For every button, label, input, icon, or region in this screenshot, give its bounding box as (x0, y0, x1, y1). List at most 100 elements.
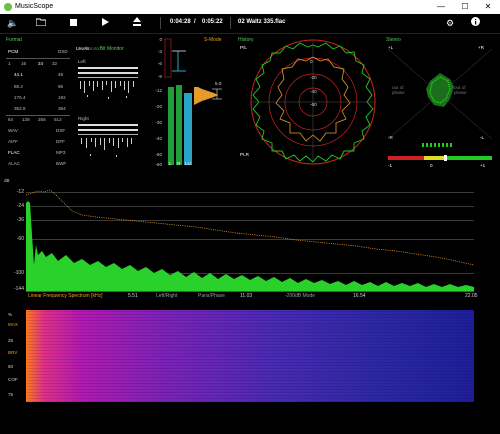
rate-176: 176.4 (14, 95, 26, 100)
pans-phase-label[interactable]: Pans/Phase (198, 293, 225, 299)
gear-icon[interactable]: ⚙ (443, 17, 457, 30)
minimize-button[interactable]: — (430, 1, 452, 13)
volume-icon[interactable]: 🔈 (6, 17, 20, 30)
x-tick: 5.51 (128, 293, 138, 299)
divider (6, 115, 70, 116)
meter-tick-9: -9 (157, 74, 162, 79)
rate-44: 44.1 (14, 72, 23, 77)
spectrum-plot (26, 189, 475, 291)
time-total: 0:05:22 (202, 19, 223, 25)
meter-tick-50: -50 (155, 152, 162, 157)
bit-monitor-title: Bit Monitor (99, 46, 124, 52)
maximize-button[interactable]: ☐ (454, 1, 476, 13)
pl-label: P/L (240, 45, 247, 50)
meter-l-label: L (169, 161, 172, 166)
bits-16: 16 (21, 61, 27, 66)
corr-min: -1 (388, 163, 393, 168)
fmt-flac: FLAC (8, 150, 20, 155)
window-title: MusicScope (15, 3, 54, 10)
format-title: Format (6, 37, 22, 43)
meter-tick-12: -12 (155, 88, 162, 93)
rate-48: 48 (58, 72, 64, 77)
corr-mid: 0 (430, 163, 433, 168)
pcm-label: PCM (8, 49, 19, 54)
fmt-wav: WAV (8, 128, 18, 133)
close-button[interactable]: ✕ (477, 1, 499, 13)
meter-tick-6: -6 (157, 61, 162, 66)
meter-r-label: R (177, 161, 181, 166)
meter-tick-0: 0 (159, 37, 162, 42)
play-icon[interactable] (98, 17, 112, 30)
app-icon (4, 3, 12, 11)
meter-tick-30: -30 (155, 120, 162, 125)
stereo-title: Stereo (386, 37, 401, 43)
db-label: dB (4, 178, 10, 183)
time-separator: / (194, 19, 196, 25)
dsd-512: 512 (54, 117, 62, 122)
sg-tick: 25 (8, 338, 14, 343)
meter-lu-label: LU (185, 161, 191, 166)
x-tick: 11.03 (240, 293, 253, 299)
dsd-128: 128 (22, 117, 30, 122)
toolbar: 🔈 0:04:28 / 0:05:22 02 Waltz 335.flac ⚙ (0, 14, 500, 34)
spectrogram-image (26, 310, 474, 402)
y-tick: -12 (16, 189, 24, 195)
eject-icon[interactable] (130, 17, 144, 30)
fmt-aiff: AIFF (8, 139, 18, 144)
fmt-bwf: BWF (56, 161, 67, 166)
dsd-256: 256 (38, 117, 46, 122)
sg-tick: 75 (8, 392, 14, 397)
fmt-dff: DFF (56, 139, 65, 144)
left-right-label[interactable]: Left/Right (156, 293, 177, 299)
fmt-dsf: DSF (56, 128, 66, 133)
fmt-mp3: MP3 (56, 150, 66, 155)
sg-tick: COF (8, 377, 18, 382)
fmt-alac: ALAC (8, 161, 21, 166)
format-panel: Format PCM DSD 1 16 24 32 44.1 88.2 176.… (6, 37, 70, 167)
corr-max: +1 (480, 163, 486, 168)
bits-24: 24 (38, 61, 44, 66)
stereo-panel: Stereo +L +R -R -L out of phase out of p… (386, 37, 494, 171)
meter-tick-20: -20 (155, 104, 162, 109)
time-elapsed: 0:04:28 (170, 19, 191, 25)
dsd-label: DSD (58, 49, 68, 54)
sg-tick: BRV (8, 350, 18, 355)
spectrum-mode-label[interactable]: Linear Frequency Spectrum [kHz] (28, 293, 102, 299)
x-tick: 22.05 (465, 293, 478, 299)
ring-40: -40 (310, 89, 317, 94)
ring-0: 0 (310, 59, 313, 64)
history-panel: History P/L PLR 0 -20 -40 -60 (238, 37, 378, 169)
rate-352: 352.8 (14, 106, 26, 111)
toolbar-separator (160, 17, 161, 29)
divider (6, 58, 70, 59)
spectrogram-panel: % MAX 25 BRV 50 COF 75 (0, 308, 500, 404)
folder-icon[interactable] (34, 17, 48, 30)
sg-tick: MAX (8, 322, 18, 327)
meter-tick-3: -3 (157, 49, 162, 54)
rate-88: 88.2 (14, 84, 23, 89)
y-tick: -36 (16, 217, 24, 223)
rate-192: 192 (58, 95, 66, 100)
stop-icon[interactable] (66, 17, 80, 30)
file-name: 02 Waltz 335.flac (238, 19, 286, 25)
ring-20: -20 (310, 75, 317, 80)
levels-panel: Levels Bit Monitor Bit Monitor Left Righ… (76, 37, 142, 167)
right-label: Right (78, 116, 89, 121)
meter-tick-60: -60 (155, 162, 162, 167)
correlation-indicator (422, 143, 452, 147)
info-icon[interactable] (468, 17, 482, 30)
ring-60: -60 (310, 102, 317, 107)
x-axis (26, 291, 474, 292)
toolbar-separator (230, 17, 231, 29)
level-meter-panel: S-Mode 0 -3 -6 -9 -12 -20 -30 -40 -50 -6… (148, 37, 230, 169)
sg-tick: 50 (8, 364, 14, 369)
db-mode-label[interactable]: -200dB Mode (285, 293, 315, 299)
bits-1: 1 (8, 61, 11, 66)
right-bit-grid (78, 124, 138, 157)
y-tick: -60 (16, 236, 24, 242)
y-tick: -100 (13, 270, 24, 276)
bit-monitor-sub: Bit Monitor (78, 46, 100, 51)
correlation-bar (388, 155, 492, 161)
title-bar: MusicScope — ☐ ✕ (0, 0, 500, 14)
meter-tick-40: -40 (155, 136, 162, 141)
